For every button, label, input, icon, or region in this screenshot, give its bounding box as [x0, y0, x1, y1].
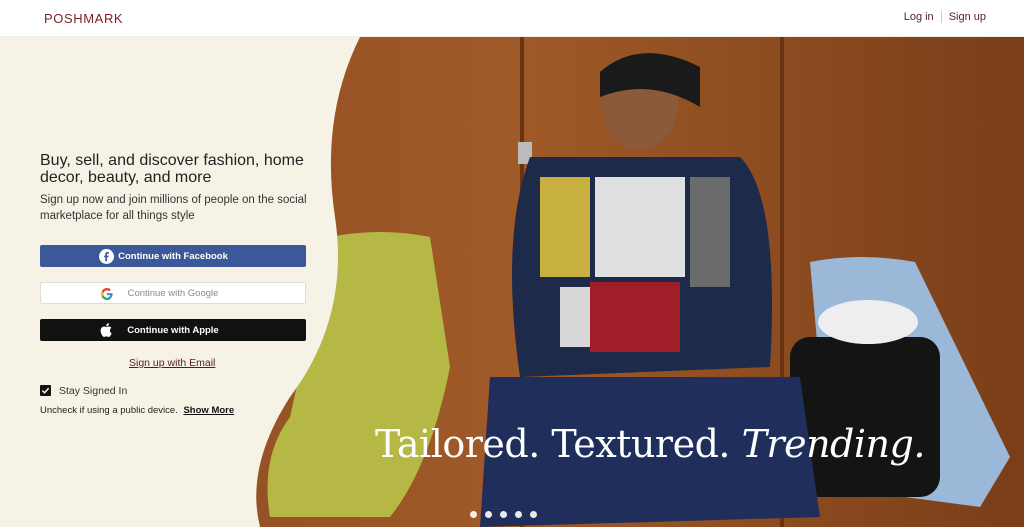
google-icon [99, 286, 115, 302]
signup-email-link[interactable]: Sign up with Email [129, 357, 215, 369]
login-link[interactable]: Log in [904, 11, 934, 23]
show-more-link[interactable]: Show More [183, 405, 234, 416]
carousel-dot[interactable] [485, 511, 492, 518]
carousel-dot[interactable] [515, 511, 522, 518]
divider [940, 11, 942, 23]
continue-google-button[interactable]: Continue with Google [40, 282, 306, 304]
carousel-dot[interactable] [470, 511, 477, 518]
uncheck-note: Uncheck if using a public device. Show M… [40, 405, 234, 416]
carousel-dot[interactable] [530, 511, 537, 518]
carousel-dot[interactable] [500, 511, 507, 518]
google-label: Continue with Google [127, 287, 219, 299]
hero-subtext: Sign up now and join millions of people … [40, 194, 307, 222]
facebook-label: Continue with Facebook [118, 250, 228, 262]
facebook-icon [98, 248, 114, 264]
continue-apple-button[interactable]: Continue with Apple [40, 319, 306, 341]
stay-signed-in-label: Stay Signed In [59, 385, 128, 397]
hero-tagline: Tailored. Textured. Trending. [375, 422, 925, 466]
auth-links: Log in Sign up [904, 11, 986, 23]
apple-icon [98, 322, 114, 338]
signup-panel: Buy, sell, and discover fashion, home de… [0, 37, 420, 527]
tagline-regular: Tailored. Textured. [375, 422, 742, 466]
checkbox-checked-icon [41, 387, 50, 394]
apple-label: Continue with Apple [127, 324, 219, 336]
top-nav: POSHMARK Log in Sign up [0, 0, 1024, 37]
poshmark-logo[interactable]: POSHMARK [44, 11, 123, 26]
continue-facebook-button[interactable]: Continue with Facebook [40, 245, 306, 267]
stay-signed-in-checkbox[interactable] [40, 385, 51, 396]
signup-link[interactable]: Sign up [949, 11, 986, 23]
tagline-italic: Trending. [741, 422, 926, 466]
uncheck-note-text: Uncheck if using a public device. [40, 405, 178, 416]
hero-section: Buy, sell, and discover fashion, home de… [0, 37, 1024, 527]
hero-headline: Buy, sell, and discover fashion, home de… [40, 152, 304, 186]
carousel-dots [470, 511, 537, 518]
